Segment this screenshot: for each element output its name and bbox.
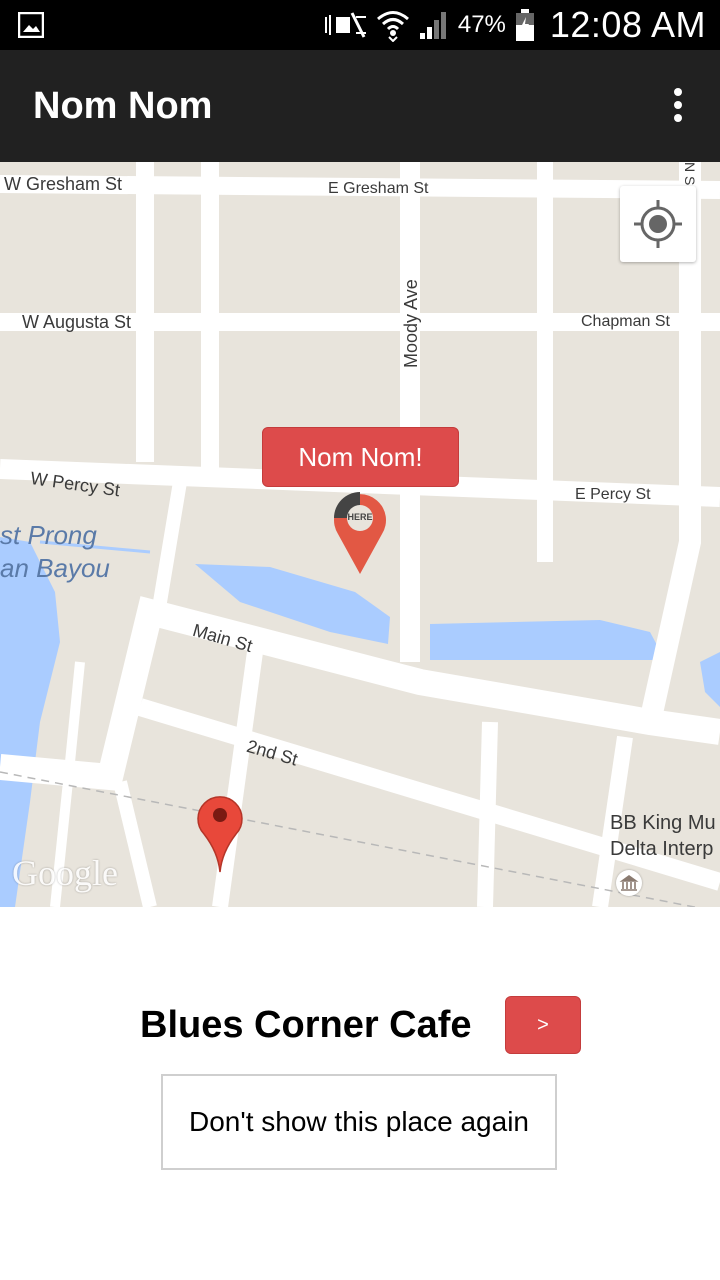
place-name: Blues Corner Cafe: [140, 1004, 472, 1046]
my-location-icon: [634, 200, 682, 248]
map-pin-icon: [197, 796, 243, 873]
mute-icon: [324, 12, 366, 38]
street-label: W Gresham St: [4, 174, 123, 194]
hide-place-button[interactable]: Don't show this place again: [161, 1074, 557, 1170]
app-title: Nom Nom: [33, 85, 213, 127]
google-logo: Google: [12, 853, 118, 893]
museum-icon: [616, 870, 642, 896]
signal-icon: [419, 12, 446, 39]
next-place-button[interactable]: >: [505, 996, 581, 1054]
water-label: st Prong: [0, 520, 97, 550]
more-vert-icon[interactable]: [666, 88, 690, 128]
my-location-button[interactable]: [620, 186, 696, 262]
app-bar: Nom Nom: [0, 50, 720, 162]
wifi-icon: [376, 11, 409, 42]
clock: 12:08 AM: [549, 4, 706, 45]
battery-icon: [515, 9, 534, 41]
battery-percent: 47%: [457, 11, 506, 38]
street-label: BB King Mu: [610, 812, 716, 834]
street-label: W Augusta St: [22, 312, 132, 332]
status-bar: 47% 12:08 AM: [0, 0, 720, 50]
marker-info-bubble[interactable]: Nom Nom!: [262, 427, 459, 487]
street-label: Moody Ave: [401, 279, 421, 368]
street-label: E Percy St: [575, 486, 651, 503]
street-label: E Gresham St: [328, 180, 429, 197]
map-view[interactable]: W Gresham St E Gresham St N Sunflo W Aug…: [0, 162, 720, 907]
water-label: an Bayou: [0, 553, 110, 583]
street-label: Delta Interp: [610, 838, 714, 860]
place-marker[interactable]: [196, 792, 244, 874]
image-icon: [18, 12, 44, 38]
street-label: Chapman St: [581, 313, 670, 330]
here-label: HERE: [347, 512, 373, 522]
current-location-marker[interactable]: HERE: [332, 490, 388, 576]
here-pin-icon: [334, 492, 386, 574]
